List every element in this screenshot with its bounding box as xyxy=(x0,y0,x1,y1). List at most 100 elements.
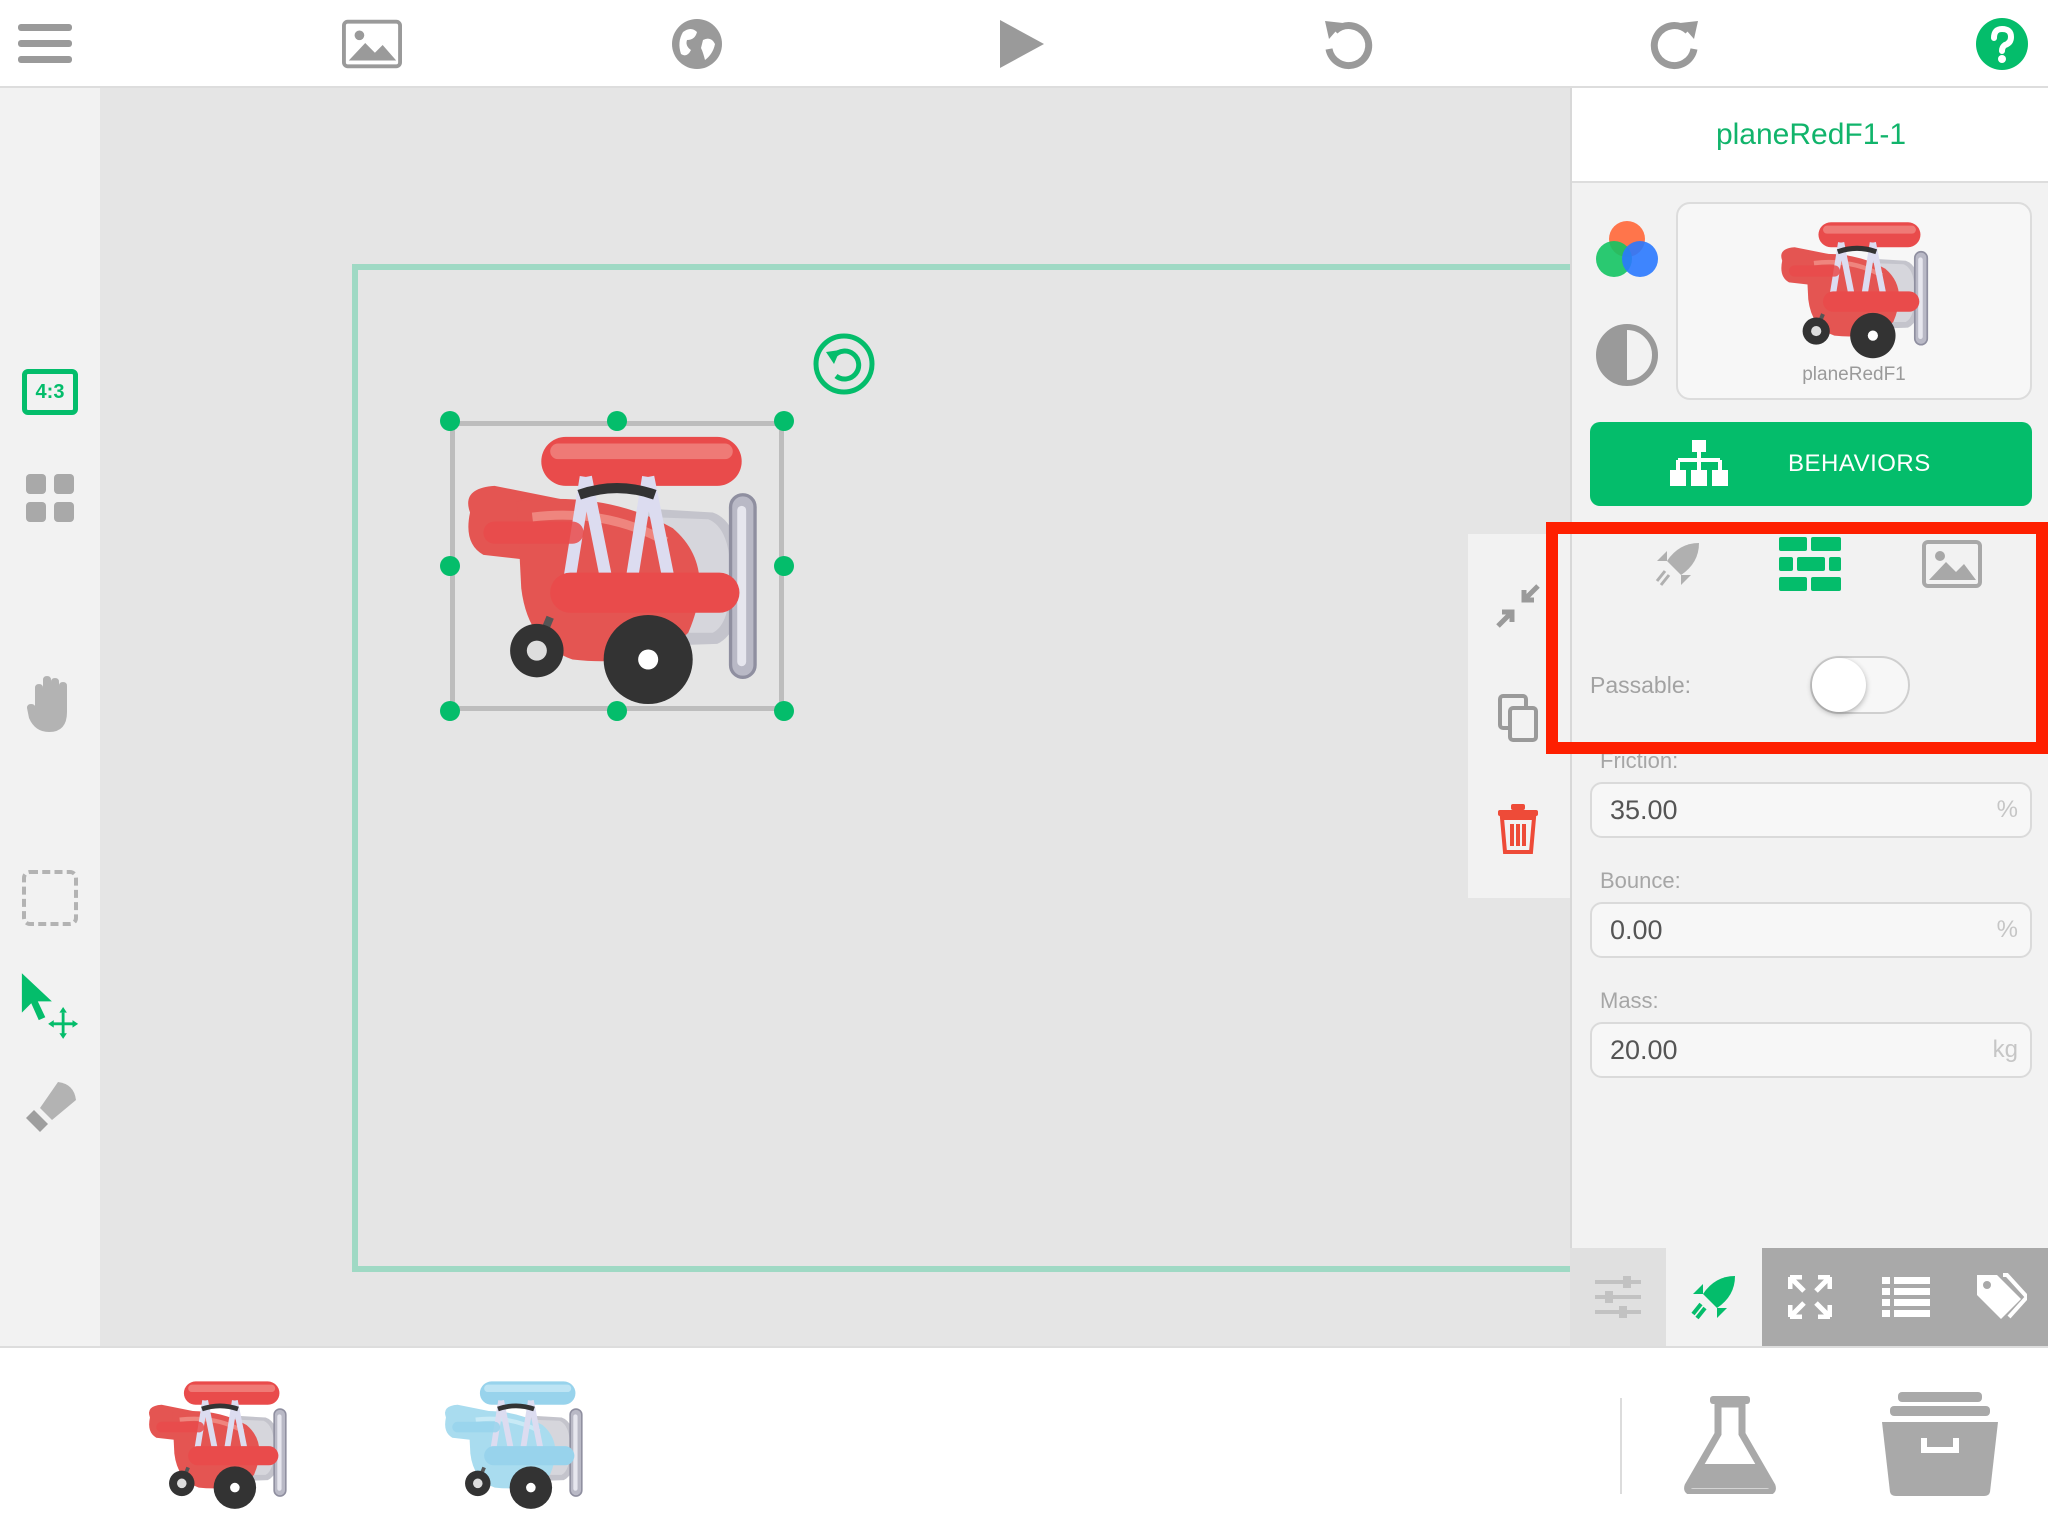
resize-handle-b[interactable] xyxy=(607,701,627,721)
selection-box xyxy=(450,421,784,711)
bricks-icon xyxy=(1779,537,1841,591)
divider xyxy=(1620,1398,1622,1494)
blue-plane-icon xyxy=(436,1374,596,1512)
mass-value: 20.00 xyxy=(1610,1035,1678,1065)
hamburger-menu-icon xyxy=(18,24,72,63)
opacity-button[interactable] xyxy=(1592,320,1662,390)
rotate-handle[interactable] xyxy=(812,332,876,396)
left-toolbar: 4:3 xyxy=(0,88,100,1346)
stamp-icon xyxy=(26,1082,76,1132)
marquee-select-button[interactable] xyxy=(20,868,80,928)
bounce-field[interactable]: 0.00 % xyxy=(1590,902,2032,958)
resize-handle-r[interactable] xyxy=(774,556,794,576)
expand-icon xyxy=(1788,1275,1832,1319)
redo-button[interactable] xyxy=(1645,14,1705,74)
resize-handle-t[interactable] xyxy=(607,411,627,431)
sprite-name: planeRedF1 xyxy=(1802,364,1906,385)
toggle-knob xyxy=(1812,658,1866,712)
resize-handle-bl[interactable] xyxy=(440,701,460,721)
scene-canvas[interactable] xyxy=(100,88,1570,1346)
shrink-button[interactable] xyxy=(1488,576,1548,636)
lab-button[interactable] xyxy=(1680,1384,1780,1504)
asset-plane-blue[interactable] xyxy=(436,1374,604,1514)
select-move-icon xyxy=(21,973,79,1039)
sliders-icon xyxy=(1595,1276,1641,1318)
tab-physics[interactable] xyxy=(1778,532,1842,596)
friction-field[interactable]: 35.00 % xyxy=(1590,782,2032,838)
selected-object[interactable] xyxy=(440,411,794,721)
inspector-panel: planeRedF1-1 planeRedF1 BEHAVIORS Passab… xyxy=(1570,88,2048,1346)
aspect-ratio-button[interactable]: 4:3 xyxy=(20,362,80,422)
resize-handle-l[interactable] xyxy=(440,556,460,576)
passable-label: Passable: xyxy=(1590,672,1692,698)
menu-button[interactable] xyxy=(15,14,75,74)
color-circles-icon xyxy=(1596,221,1658,277)
list-icon xyxy=(1882,1277,1930,1317)
red-plane-icon xyxy=(1772,214,1942,362)
behaviors-button[interactable]: BEHAVIORS xyxy=(1590,422,2032,506)
delete-button[interactable] xyxy=(1488,798,1548,858)
scene-bounds xyxy=(352,264,1570,1272)
aspect-ratio-icon: 4:3 xyxy=(22,369,78,415)
world-button[interactable] xyxy=(667,14,727,74)
tab-physics-bottom[interactable] xyxy=(1666,1248,1762,1346)
top-toolbar xyxy=(0,0,2048,88)
flask-icon xyxy=(1684,1396,1776,1494)
asset-plane-red[interactable] xyxy=(140,1374,308,1514)
play-button[interactable] xyxy=(992,14,1052,74)
red-plane-icon xyxy=(140,1374,300,1512)
trash-icon xyxy=(1498,804,1538,854)
bounce-unit: % xyxy=(1996,916,2018,943)
rocket-icon xyxy=(1655,543,1699,586)
resize-handle-tl[interactable] xyxy=(440,411,460,431)
sprite-preview[interactable]: planeRedF1 xyxy=(1676,202,2032,400)
tab-tags[interactable] xyxy=(1954,1248,2048,1346)
inspector-tabs xyxy=(1570,1248,2048,1346)
help-button[interactable] xyxy=(1972,14,2032,74)
friction-unit: % xyxy=(1996,796,2018,823)
globe-icon xyxy=(672,19,722,69)
object-context-toolbar xyxy=(1468,534,1570,898)
undo-icon xyxy=(1325,21,1373,70)
mass-field[interactable]: 20.00 kg xyxy=(1590,1022,2032,1078)
inspector-header: planeRedF1-1 xyxy=(1572,88,2048,183)
resize-handle-tr[interactable] xyxy=(774,411,794,431)
tags-icon xyxy=(1977,1273,2027,1319)
rotate-icon xyxy=(813,333,875,395)
grid-icon xyxy=(26,474,74,522)
play-icon xyxy=(1000,20,1044,68)
stamp-button[interactable] xyxy=(20,1078,80,1138)
pan-button[interactable] xyxy=(20,674,80,734)
contrast-icon xyxy=(1596,324,1658,386)
passable-toggle[interactable] xyxy=(1810,656,1910,714)
friction-label: Friction: xyxy=(1600,748,1679,773)
tab-list[interactable] xyxy=(1858,1248,1954,1346)
color-button[interactable] xyxy=(1592,214,1662,284)
redo-icon xyxy=(1650,21,1698,70)
undo-button[interactable] xyxy=(1318,14,1378,74)
help-icon xyxy=(1976,18,2028,70)
hierarchy-icon xyxy=(1670,440,1728,486)
tab-transform[interactable] xyxy=(1762,1248,1858,1346)
aspect-ratio-label: 4:3 xyxy=(35,380,65,403)
mass-label: Mass: xyxy=(1600,988,1659,1013)
tab-motion[interactable] xyxy=(1646,532,1710,596)
tab-properties[interactable] xyxy=(1570,1248,1666,1346)
grid-button[interactable] xyxy=(20,468,80,528)
bounce-label: Bounce: xyxy=(1600,868,1681,893)
library-button[interactable] xyxy=(1880,1384,2000,1504)
background-button[interactable] xyxy=(342,14,402,74)
image-icon xyxy=(342,19,402,69)
shrink-icon xyxy=(1496,584,1540,628)
image-icon xyxy=(1922,540,1982,588)
archive-box-icon xyxy=(1882,1392,1998,1496)
tab-appearance[interactable] xyxy=(1920,532,1984,596)
rocket-icon xyxy=(1691,1276,1735,1320)
hand-icon xyxy=(27,676,67,732)
marquee-select-icon xyxy=(22,870,78,926)
select-move-button[interactable] xyxy=(20,973,80,1039)
mass-unit: kg xyxy=(1992,1036,2018,1063)
resize-handle-br[interactable] xyxy=(774,701,794,721)
object-name: planeRedF1-1 xyxy=(1715,117,1907,151)
duplicate-button[interactable] xyxy=(1488,688,1548,748)
